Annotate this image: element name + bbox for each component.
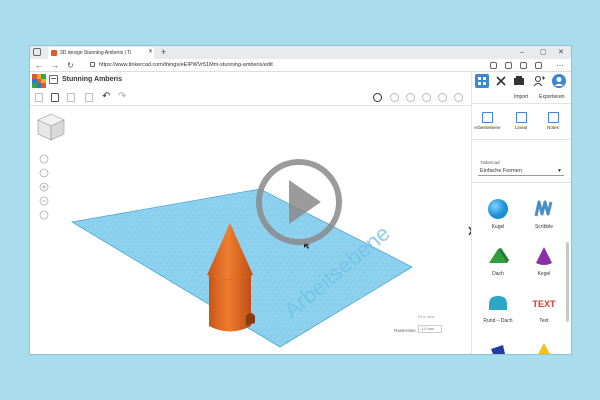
url-input[interactable]: https://www.tinkercad.com/things/eEIPWVr…	[90, 61, 420, 70]
undo-icon[interactable]: ↶	[102, 91, 110, 103]
shape-category-select[interactable]: Einfache Formen ▼	[478, 166, 564, 176]
more-menu-icon[interactable]: ⋯	[556, 60, 564, 71]
cylinder-shape[interactable]	[209, 274, 251, 332]
shape-outline-icon[interactable]	[406, 93, 415, 102]
forward-icon[interactable]: →	[51, 60, 59, 71]
round-roof-shape-icon	[489, 296, 507, 310]
workplane-tool[interactable]: Arbeitsebene	[474, 112, 501, 130]
sim-lab-icon[interactable]	[512, 74, 526, 88]
minimize-icon[interactable]: –	[520, 47, 524, 58]
workspace-3d[interactable]: Arbeitsebene	[30, 107, 471, 354]
shape-label: Dach	[492, 271, 504, 277]
codeblocks-mode-icon[interactable]	[494, 74, 508, 88]
import-button[interactable]: Import	[514, 94, 528, 100]
scribble-shape-icon	[534, 200, 553, 217]
shape-label: Kugel	[491, 224, 505, 230]
3d-design-mode-icon[interactable]	[475, 74, 489, 88]
group-icon[interactable]	[422, 93, 431, 102]
sphere-shape-icon	[488, 199, 508, 219]
mirror-icon[interactable]	[454, 93, 463, 102]
back-icon[interactable]: ←	[35, 60, 43, 71]
edit-toolbar: ↶ ↷	[30, 90, 471, 106]
duplicate-icon[interactable]	[67, 93, 75, 102]
text-shape-icon: TEXT	[532, 299, 556, 309]
shape-text[interactable]: TEXT Text	[522, 290, 566, 324]
design-grid-icon[interactable]	[49, 75, 58, 84]
view-cube[interactable]	[37, 113, 65, 141]
extensions-icon[interactable]	[535, 62, 542, 69]
shape-box-partial[interactable]	[476, 337, 520, 354]
ruler-icon	[515, 112, 527, 123]
reload-icon[interactable]: ↻	[67, 60, 74, 71]
tinkercad-logo[interactable]	[32, 74, 46, 88]
fit-view-icon[interactable]	[39, 168, 49, 178]
snap-edit-label[interactable]: Einr. bew.	[418, 314, 435, 319]
shape-pyramid-partial[interactable]	[522, 337, 566, 354]
home-view-icon[interactable]	[39, 154, 49, 164]
roof-shape-icon	[489, 248, 509, 263]
svg-text:TEXT: TEXT	[532, 299, 556, 309]
pyramid-shape-icon	[538, 343, 550, 354]
ortho-view-icon[interactable]	[39, 210, 49, 220]
library-source: Tinkercad	[480, 160, 500, 165]
export-button[interactable]: Exportieren	[539, 94, 565, 100]
play-icon[interactable]	[253, 156, 345, 248]
shape-label: Scribble	[534, 224, 554, 230]
shape-kugel[interactable]: Kugel	[476, 196, 520, 230]
close-tab-icon[interactable]: ✕	[148, 47, 153, 57]
notes-tool[interactable]: Notes	[540, 112, 566, 130]
library-divider	[472, 182, 571, 183]
shape-scribble[interactable]: Scribble	[522, 196, 566, 230]
favorites-star-icon[interactable]	[505, 62, 512, 69]
avatar[interactable]	[552, 74, 566, 88]
delete-icon[interactable]	[85, 93, 93, 102]
workplane-canvas[interactable]: Arbeitsebene	[30, 107, 471, 354]
shape-rund-dach[interactable]: Rund – Dach	[476, 290, 520, 324]
notes-icon	[547, 112, 559, 123]
cone-shape-icon	[536, 247, 552, 265]
mode-switcher	[472, 72, 571, 91]
ruler-tool[interactable]: Lineal	[508, 112, 534, 130]
shape-label: Text	[539, 318, 549, 324]
design-title[interactable]: Stunning Amberis	[62, 75, 122, 85]
view-controls	[37, 113, 65, 220]
tab-title: 3D design Stunning Amberis | Ti	[60, 50, 132, 56]
caret-down-icon: ▼	[557, 168, 562, 174]
url-text: https://www.tinkercad.com/things/eEIPWVr…	[99, 62, 273, 68]
collections-icon[interactable]	[520, 62, 527, 69]
tab-actions-icon[interactable]	[33, 48, 41, 56]
panel-divider	[472, 103, 571, 104]
maximize-icon[interactable]: ▢	[540, 47, 547, 58]
read-aloud-icon[interactable]	[490, 62, 497, 69]
light-bulb-icon[interactable]	[390, 93, 399, 102]
box-shape-icon	[491, 345, 505, 354]
grid-snap-label: Rasterstee	[394, 328, 416, 333]
new-tab-icon[interactable]: +	[161, 46, 166, 58]
right-panel: Import Exportieren Arbeitsebene Lineal N…	[471, 72, 571, 354]
browser-tab[interactable]: 3D design Stunning Amberis | Ti	[48, 47, 154, 59]
tab-strip: 3D design Stunning Amberis | Ti ✕ + – ▢ …	[30, 46, 571, 59]
address-bar: ← → ↻ https://www.tinkercad.com/things/e…	[30, 59, 571, 72]
shape-kegel[interactable]: Kegel	[522, 243, 566, 277]
panel-scrollbar[interactable]	[566, 242, 569, 322]
align-icon[interactable]	[438, 93, 447, 102]
notes-tool-label: Notes	[547, 125, 559, 130]
workplane-icon	[481, 112, 493, 123]
tinkercad-favicon-icon	[51, 50, 57, 56]
ruler-tool-label: Lineal	[514, 125, 527, 130]
shape-category-value: Einfache Formen	[480, 168, 522, 174]
workplane-tool-label: Arbeitsebene	[474, 125, 501, 130]
redo-icon[interactable]: ↷	[118, 91, 126, 103]
paste-icon[interactable]	[51, 93, 59, 102]
add-user-icon[interactable]	[532, 74, 546, 88]
view-camera-icon[interactable]	[373, 93, 382, 102]
shape-label: Kegel	[537, 271, 551, 277]
shape-label: Rund – Dach	[483, 318, 513, 324]
close-window-icon[interactable]: ✕	[558, 47, 564, 58]
lock-icon	[90, 62, 95, 67]
panel-divider-2	[472, 139, 571, 140]
shape-dach[interactable]: Dach	[476, 243, 520, 277]
grid-snap-select[interactable]: 1,0 mm	[418, 325, 442, 333]
copy-icon[interactable]	[35, 93, 43, 102]
